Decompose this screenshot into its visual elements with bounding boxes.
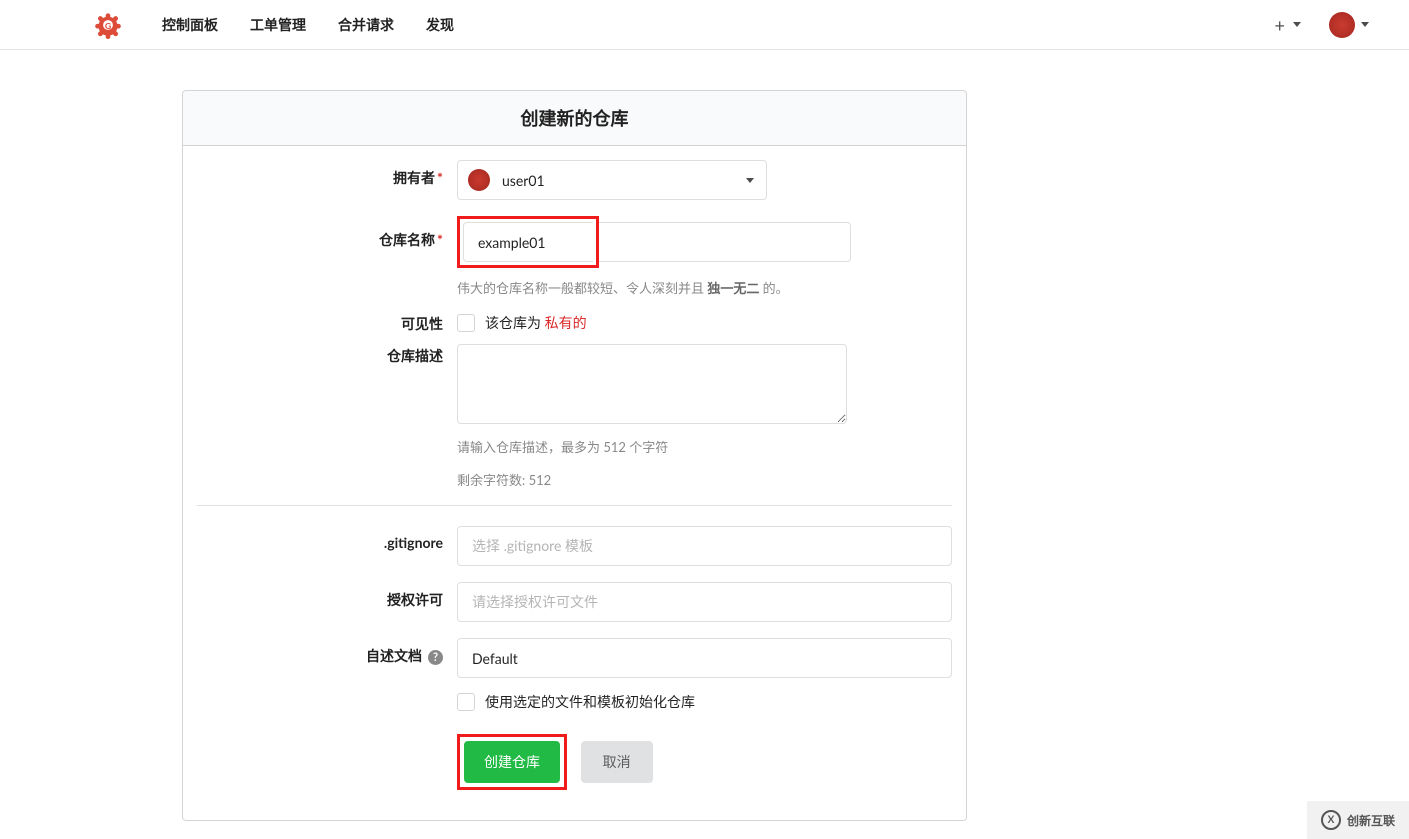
description-textarea[interactable] (457, 344, 847, 424)
owner-label: 拥有者* (197, 160, 457, 188)
divider (197, 505, 952, 506)
init-repo-label: 使用选定的文件和模板初始化仓库 (485, 692, 695, 712)
svg-text:G: G (105, 20, 111, 31)
caret-down-icon (1361, 22, 1369, 27)
watermark: X 创新互联 (1307, 801, 1409, 839)
repo-name-highlight (457, 216, 599, 268)
nav-dashboard[interactable]: 控制面板 (146, 15, 234, 35)
repo-name-help: 伟大的仓库名称一般都较短、令人深刻并且 独一无二 的。 (457, 278, 952, 297)
top-nav: G 控制面板 工单管理 合并请求 发现 + (0, 0, 1409, 50)
repo-name-input[interactable] (463, 222, 593, 262)
user-menu[interactable] (1329, 12, 1369, 38)
readme-label: 自述文档? (197, 638, 457, 666)
gitignore-label: .gitignore (197, 526, 457, 551)
user-avatar-icon (1329, 12, 1355, 38)
repo-name-input-extension[interactable] (599, 222, 851, 262)
plus-icon: + (1275, 14, 1285, 36)
repo-name-label: 仓库名称* (197, 216, 457, 250)
private-checkbox-label: 该仓库为 私有的 (485, 313, 587, 333)
description-help: 请输入仓库描述，最多为 512 个字符 (457, 437, 952, 456)
owner-select[interactable]: user01 (457, 160, 767, 200)
visibility-label: 可见性 (197, 313, 457, 334)
caret-down-icon (1293, 22, 1301, 27)
owner-avatar-icon (468, 169, 490, 191)
watermark-icon: X (1321, 810, 1341, 830)
caret-down-icon (746, 178, 754, 183)
readme-select[interactable]: Default (457, 638, 952, 678)
help-icon[interactable]: ? (428, 650, 443, 665)
nav-explore[interactable]: 发现 (410, 15, 470, 35)
license-label: 授权许可 (197, 582, 457, 610)
description-counter: 剩余字符数: 512 (457, 470, 952, 489)
create-repo-form: 创建新的仓库 拥有者* user01 仓库名称* (182, 90, 967, 821)
create-menu[interactable]: + (1275, 14, 1301, 36)
submit-highlight: 创建仓库 (457, 734, 567, 790)
license-select[interactable]: 请选择授权许可文件 (457, 582, 952, 622)
gitignore-select[interactable]: 选择 .gitignore 模板 (457, 526, 952, 566)
private-checkbox[interactable] (457, 314, 475, 332)
owner-select-value: user01 (502, 172, 545, 189)
form-title: 创建新的仓库 (183, 91, 966, 146)
create-repo-button[interactable]: 创建仓库 (464, 741, 560, 783)
nav-issues[interactable]: 工单管理 (234, 15, 322, 35)
nav-pull-requests[interactable]: 合并请求 (322, 15, 410, 35)
init-repo-checkbox[interactable] (457, 693, 475, 711)
cancel-button[interactable]: 取消 (581, 741, 653, 783)
description-label: 仓库描述 (197, 344, 457, 366)
app-logo[interactable]: G (90, 7, 126, 43)
